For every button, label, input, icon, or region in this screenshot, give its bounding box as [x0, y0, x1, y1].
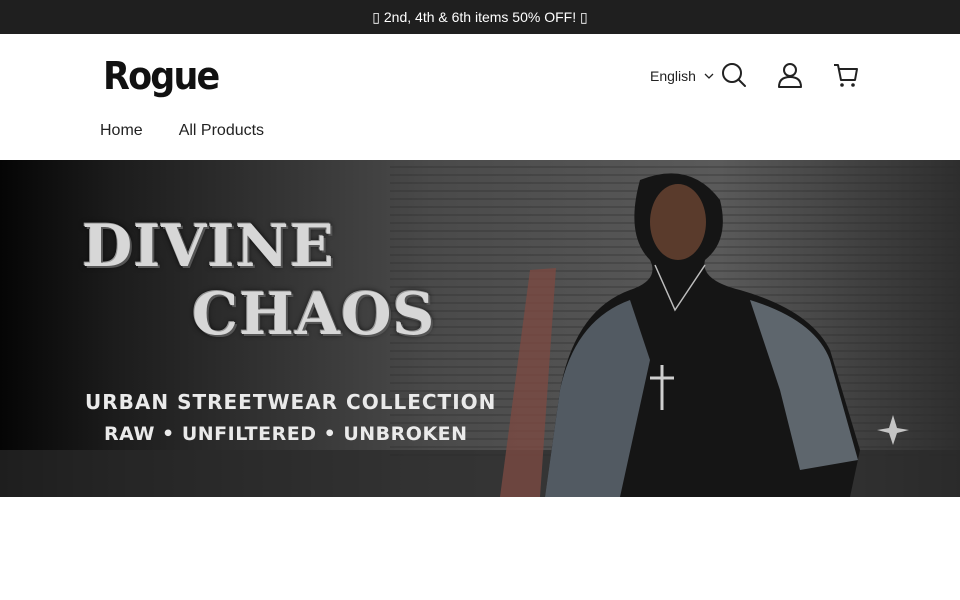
- chevron-down-icon: [704, 68, 714, 84]
- nav-item-home[interactable]: Home: [100, 122, 143, 140]
- language-label: English: [650, 68, 696, 84]
- hero-tagline: RAW • UNFILTERED • UNBROKEN: [104, 423, 468, 445]
- nav-item-all-products[interactable]: All Products: [179, 122, 264, 140]
- hero-title-line-2: CHAOS: [192, 280, 436, 348]
- hero-title-line-1: DIVINE: [82, 212, 335, 280]
- search-icon[interactable]: [720, 61, 748, 89]
- site-header: Rogue English Home All Products: [0, 34, 960, 160]
- hero-banner[interactable]: DIVINE CHAOS URBAN STREETWEAR COLLECTION…: [0, 160, 960, 497]
- store-logo[interactable]: Rogue: [103, 54, 220, 98]
- hero-subtitle: URBAN STREETWEAR COLLECTION: [85, 390, 497, 414]
- cart-icon[interactable]: [832, 61, 860, 89]
- announcement-bar: ▯ 2nd, 4th & 6th items 50% OFF! ▯: [0, 0, 960, 34]
- language-selector[interactable]: English: [650, 66, 714, 86]
- user-icon[interactable]: [776, 61, 804, 89]
- main-navigation: Home All Products: [100, 122, 264, 140]
- hero-title: DIVINE CHAOS: [82, 212, 435, 348]
- announcement-text: ▯ 2nd, 4th & 6th items 50% OFF! ▯: [372, 8, 588, 25]
